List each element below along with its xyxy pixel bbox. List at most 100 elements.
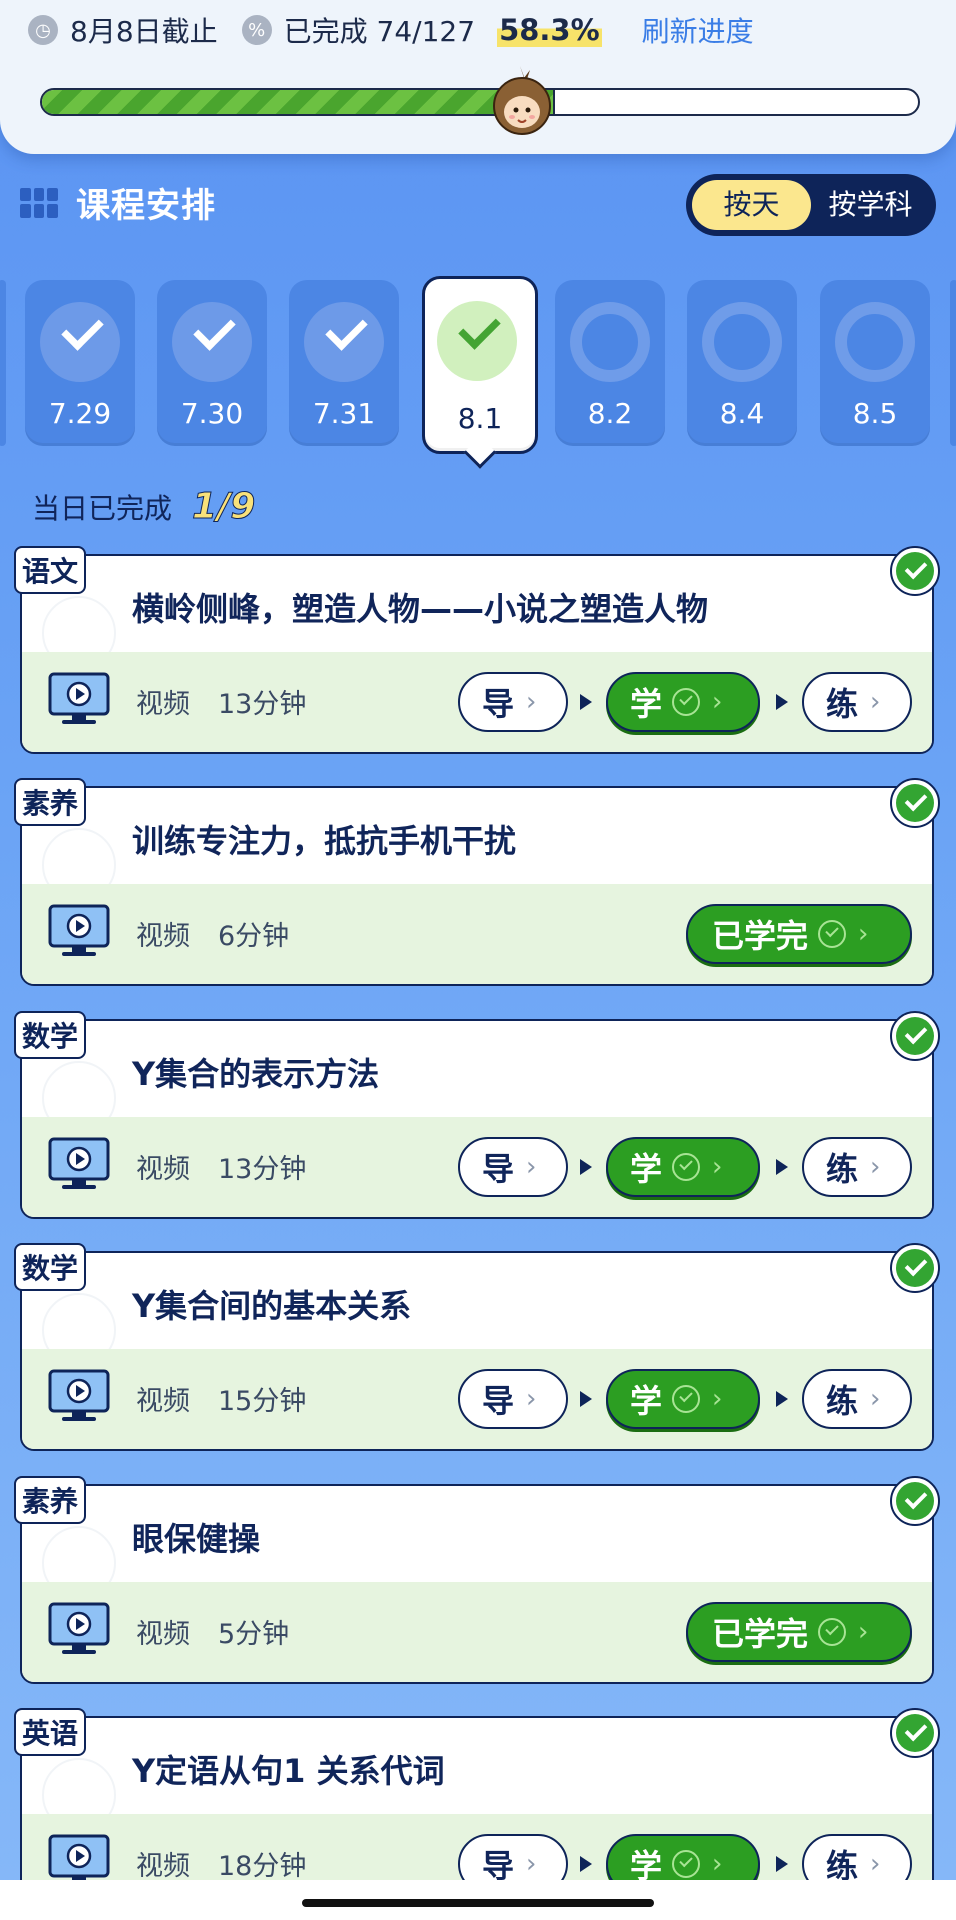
completed-button[interactable]: 已学完 › — [686, 1602, 912, 1662]
lesson-type: 视频 — [136, 689, 190, 720]
step-learn-button[interactable]: 学 › — [606, 672, 760, 732]
check-circle-icon — [672, 688, 701, 716]
ring-icon — [835, 302, 915, 382]
arrow-right-icon — [776, 1159, 788, 1175]
subject-tag: 素养 — [14, 1476, 87, 1524]
completed-check-icon — [890, 1011, 940, 1061]
arrow-right-icon — [580, 1159, 592, 1175]
day-label: 8.1 — [457, 402, 503, 435]
chevron-right-icon: › — [712, 1849, 723, 1879]
today-label: 当日已完成 — [32, 491, 173, 525]
lesson-card[interactable]: 数学 Y集合间的基本关系 视频 15分钟导 › 学 › 练 › — [14, 1243, 940, 1451]
home-indicator — [302, 1899, 654, 1907]
day-item-selected[interactable]: 8.1 — [422, 276, 538, 454]
clock-icon: ◷ — [28, 15, 58, 45]
lesson-duration: 13分钟 — [218, 689, 307, 720]
day-item[interactable]: 7.31 — [289, 280, 399, 446]
lesson-duration: 18分钟 — [218, 1851, 307, 1882]
step-practice-button[interactable]: 练 › — [802, 1137, 912, 1197]
arrow-right-icon — [776, 1391, 788, 1407]
deadline-text: 8月8日截止 — [70, 15, 218, 48]
step-learn-button[interactable]: 学 › — [606, 1137, 760, 1197]
completed-check-icon — [890, 546, 940, 596]
lesson-footer: 视频 13分钟导 › 学 › 练 › — [22, 652, 932, 752]
today-progress: 当日已完成 1/9 — [32, 486, 256, 528]
schedule-title: 课程安排 — [76, 186, 216, 226]
lesson-title: 训练专注力，抵抗手机干扰 — [132, 822, 517, 860]
percent-icon: % — [241, 15, 272, 45]
lesson-type: 视频 — [136, 1154, 190, 1185]
lesson-title: 眼保健操 — [132, 1520, 261, 1558]
video-monitor-icon — [48, 1137, 110, 1193]
step-practice-button[interactable]: 练 › — [802, 672, 912, 732]
step-guide-label: 导 — [482, 685, 515, 723]
check-circle-icon — [672, 1153, 701, 1181]
completed-check-icon — [890, 1243, 940, 1293]
video-monitor-icon — [48, 1602, 110, 1658]
video-monitor-icon — [48, 904, 110, 960]
day-label: 7.31 — [312, 397, 376, 430]
step-guide-button[interactable]: 导 › — [458, 672, 568, 732]
lesson-title: 横岭侧峰，塑造人物——小说之塑造人物 — [132, 590, 709, 628]
step-guide-button[interactable]: 导 › — [458, 1137, 568, 1197]
day-selector: 7.29 7.30 7.31 8.1 8.2 8.4 8.5 — [0, 276, 956, 456]
step-guide-button[interactable]: 导 › — [458, 1369, 568, 1429]
check-circle-icon — [818, 1618, 847, 1646]
lesson-duration: 6分钟 — [218, 921, 290, 952]
video-monitor-icon — [48, 1369, 110, 1425]
chevron-right-icon: › — [870, 687, 881, 717]
day-item-partial[interactable] — [950, 280, 956, 446]
step-learn-button[interactable]: 学 › — [606, 1369, 760, 1429]
check-icon — [172, 302, 252, 382]
lesson-card[interactable]: 数学 Y集合的表示方法 视频 13分钟导 › 学 › 练 › — [14, 1011, 940, 1219]
ring-icon — [702, 302, 782, 382]
arrow-right-icon — [776, 694, 788, 710]
step-practice-label: 练 — [826, 1150, 859, 1188]
day-item[interactable]: 7.30 — [157, 280, 267, 446]
completed-check-icon — [890, 1476, 940, 1526]
today-count: 1/9 — [192, 486, 256, 528]
day-item-partial[interactable] — [0, 280, 6, 446]
check-circle-icon — [672, 1850, 701, 1878]
day-label: 8.2 — [587, 397, 633, 430]
chevron-right-icon: › — [526, 687, 537, 717]
lesson-duration: 5分钟 — [218, 1619, 290, 1650]
step-learn-label: 学 — [630, 685, 663, 723]
chevron-right-icon: › — [858, 919, 869, 949]
step-learn-label: 学 — [630, 1150, 663, 1188]
video-monitor-icon — [48, 672, 110, 728]
refresh-progress-link[interactable]: 刷新进度 — [642, 10, 754, 50]
lesson-card[interactable]: 素养 训练专注力，抵抗手机干扰 视频 6分钟 已学完 › — [14, 778, 940, 986]
progress-bar — [40, 88, 920, 116]
day-item[interactable]: 8.5 — [820, 280, 930, 446]
day-item[interactable]: 8.2 — [555, 280, 665, 446]
check-icon — [40, 302, 120, 382]
lesson-footer: 视频 13分钟导 › 学 › 练 › — [22, 1117, 932, 1217]
completed-button[interactable]: 已学完 › — [686, 904, 912, 964]
toggle-by-subject[interactable]: 按学科 — [811, 180, 930, 230]
chevron-right-icon: › — [526, 1849, 537, 1879]
lesson-type: 视频 — [136, 921, 190, 952]
chevron-right-icon: › — [870, 1384, 881, 1414]
step-learn-label: 学 — [630, 1382, 663, 1420]
lesson-duration: 15分钟 — [218, 1386, 307, 1417]
completed-text: 已完成 74/127 — [283, 15, 476, 48]
lesson-card[interactable]: 语文 横岭侧峰，塑造人物——小说之塑造人物 视频 13分钟导 › 学 › 练 › — [14, 546, 940, 754]
day-label: 8.5 — [852, 397, 898, 430]
arrow-right-icon — [580, 694, 592, 710]
day-item[interactable]: 8.4 — [687, 280, 797, 446]
toggle-by-day[interactable]: 按天 — [692, 180, 811, 230]
step-practice-label: 练 — [826, 1382, 859, 1420]
subject-tag: 英语 — [14, 1708, 87, 1756]
chevron-right-icon: › — [712, 1152, 723, 1182]
view-toggle: 按天 按学科 — [686, 174, 936, 236]
subject-tag: 语文 — [14, 546, 87, 594]
step-practice-button[interactable]: 练 › — [802, 1369, 912, 1429]
lesson-duration: 13分钟 — [218, 1154, 307, 1185]
lesson-type: 视频 — [136, 1851, 190, 1882]
check-icon — [304, 302, 384, 382]
chevron-right-icon: › — [526, 1152, 537, 1182]
lesson-card[interactable]: 素养 眼保健操 视频 5分钟 已学完 › — [14, 1476, 940, 1684]
lesson-footer: 视频 15分钟导 › 学 › 练 › — [22, 1349, 932, 1449]
day-item[interactable]: 7.29 — [25, 280, 135, 446]
